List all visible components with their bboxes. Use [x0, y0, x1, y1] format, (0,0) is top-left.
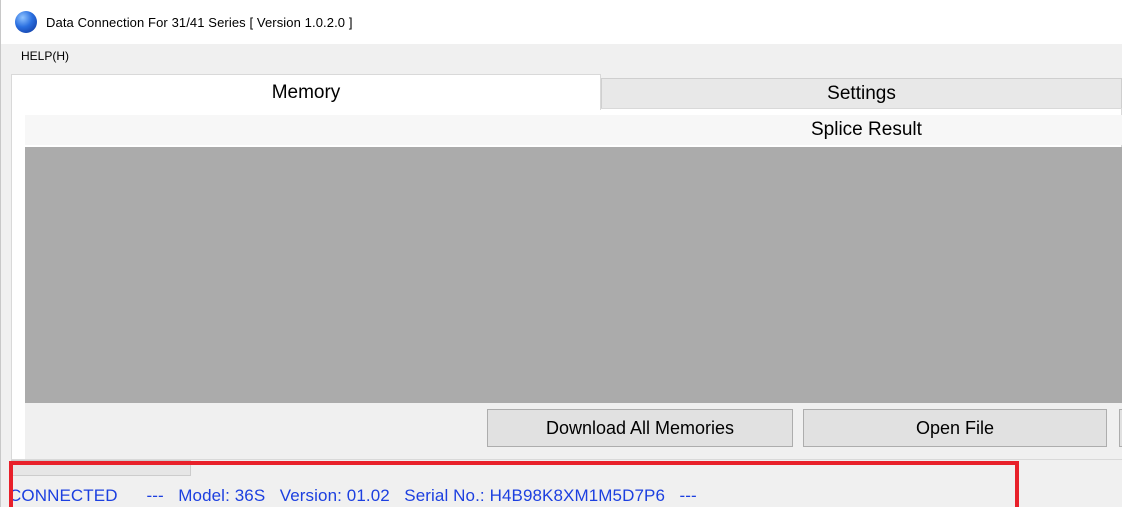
app-window: Data Connection For 31/41 Series [ Versi… [0, 0, 1122, 507]
window-title: Data Connection For 31/41 Series [ Versi… [46, 14, 353, 30]
button-row: Download All Memories Open File [25, 403, 1122, 459]
menu-bar: HELP(H) [1, 44, 1122, 68]
progress-bar [11, 460, 191, 476]
splice-result-grid[interactable] [25, 147, 1122, 403]
title-bar: Data Connection For 31/41 Series [ Versi… [1, 0, 1122, 44]
splice-result-label: Splice Result [811, 119, 922, 140]
app-globe-icon [15, 11, 37, 33]
status-bar: CONNECTED --- Model: 36S Version: 01.02 … [1, 484, 1122, 507]
tab-memory[interactable]: Memory [11, 74, 601, 110]
memory-tab-panel: Splice Result Download All Memories Open… [11, 108, 1122, 460]
tab-settings[interactable]: Settings [601, 78, 1122, 110]
open-file-button[interactable]: Open File [803, 409, 1107, 447]
download-all-memories-button[interactable]: Download All Memories [487, 409, 793, 447]
connection-status-text: CONNECTED --- Model: 36S Version: 01.02 … [9, 486, 697, 505]
splice-result-header: Splice Result [25, 115, 1122, 145]
tab-strip: Memory Settings [11, 74, 1122, 110]
menu-help[interactable]: HELP(H) [21, 49, 69, 63]
